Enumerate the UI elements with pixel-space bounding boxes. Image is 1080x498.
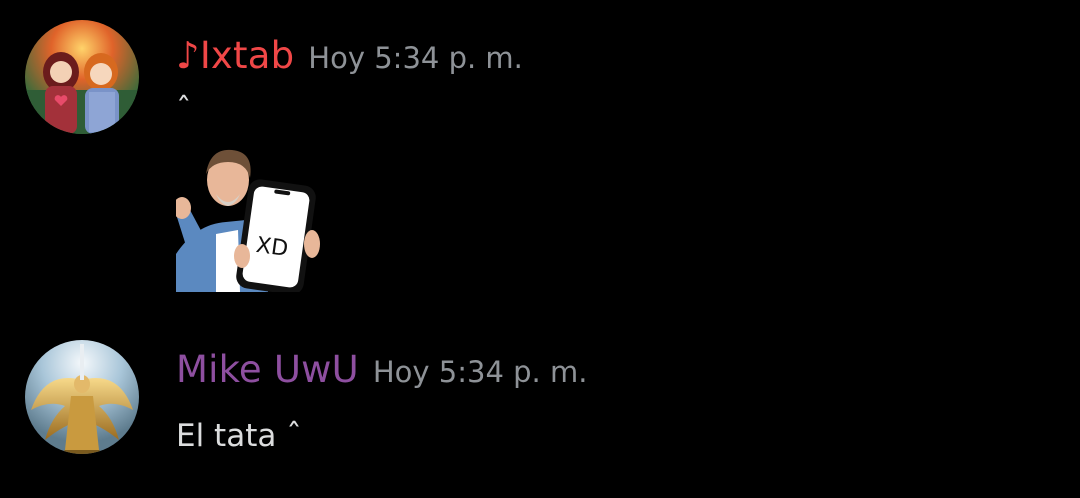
avatar-image (25, 20, 139, 134)
sticker-phone-text: XD (254, 233, 289, 262)
avatar[interactable] (25, 340, 139, 454)
chat-message[interactable]: ♪Ixtab Hoy 5:34 p. m. ˆ XD (0, 0, 1080, 320)
message-header: Mike UwU Hoy 5:34 p. m. (176, 348, 587, 391)
avatar-image (25, 340, 139, 454)
sticker-image: XD (176, 149, 320, 292)
timestamp: Hoy 5:34 p. m. (308, 41, 523, 75)
chat-message[interactable]: Mike UwU Hoy 5:34 p. m. El tata ˆ (0, 320, 1080, 498)
message-text: ˆ (176, 92, 192, 128)
chat-message-list: ♪Ixtab Hoy 5:34 p. m. ˆ XD Mike UwU Hoy … (0, 0, 1080, 498)
message-header: ♪Ixtab Hoy 5:34 p. m. (176, 34, 523, 77)
username[interactable]: ♪Ixtab (176, 34, 294, 77)
message-text: El tata ˆ (176, 418, 302, 454)
avatar[interactable] (25, 20, 139, 134)
timestamp: Hoy 5:34 p. m. (372, 355, 588, 389)
sticker-attachment[interactable]: XD (176, 144, 322, 292)
username[interactable]: Mike UwU (176, 348, 359, 391)
